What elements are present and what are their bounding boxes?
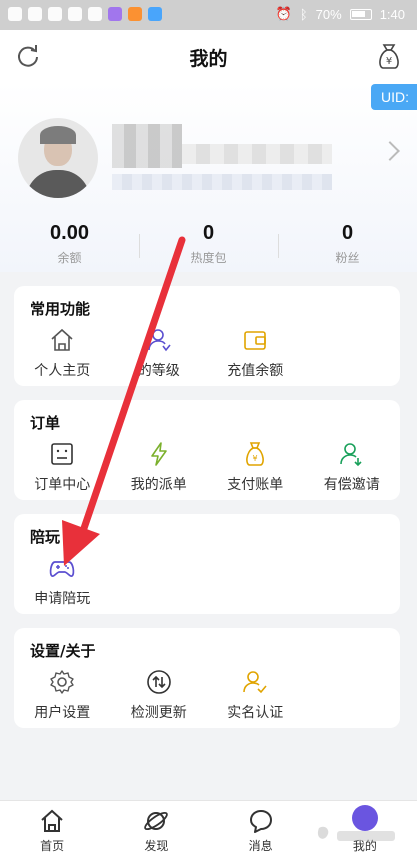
gamepad-icon bbox=[49, 561, 75, 577]
home-tab-icon bbox=[41, 809, 63, 832]
apply-companion-button[interactable]: 申请陪玩 bbox=[14, 554, 111, 608]
card-companion: 陪玩 申请陪玩 bbox=[14, 514, 400, 614]
header: 我的 ¥ bbox=[0, 30, 417, 82]
chat-notification-icon bbox=[88, 7, 102, 21]
user-level-icon bbox=[147, 329, 171, 352]
stat-fans[interactable]: 0 粉丝 bbox=[278, 222, 417, 272]
profile-card[interactable]: UID: 0.00 余额 0 热度包 0 粉丝 bbox=[0, 82, 417, 272]
battery-percent: 70% bbox=[315, 6, 342, 22]
order-center-button[interactable]: 订单中心 bbox=[14, 440, 111, 494]
app-notification-icon bbox=[108, 7, 122, 21]
chat-icon bbox=[249, 810, 272, 833]
grid-label: 的等级 bbox=[137, 363, 180, 379]
personal-homepage-button[interactable]: 个人主页 bbox=[14, 326, 111, 380]
browser-notification-icon bbox=[148, 7, 162, 21]
section-title: 常用功能 bbox=[30, 300, 91, 318]
stats-row: 0.00 余额 0 热度包 0 粉丝 bbox=[0, 222, 417, 272]
home-icon bbox=[51, 328, 73, 351]
grid-label: 申请陪玩 bbox=[34, 591, 91, 607]
tab-messages[interactable]: 消息 bbox=[209, 801, 313, 860]
real-name-verification-button[interactable]: 实名认证 bbox=[207, 668, 304, 722]
status-icons-left bbox=[8, 7, 162, 21]
sim-icon bbox=[8, 7, 22, 21]
avatar[interactable] bbox=[18, 118, 98, 198]
wifi-icon bbox=[48, 7, 62, 21]
stat-value: 0.00 bbox=[50, 222, 89, 244]
signal-icon bbox=[28, 7, 42, 21]
grid-label: 检测更新 bbox=[130, 705, 187, 721]
video-notification-icon bbox=[128, 7, 142, 21]
section-title: 订单 bbox=[30, 414, 61, 432]
alarm-icon: ⏰ bbox=[275, 6, 292, 21]
wallet-yuan-icon[interactable]: ¥ bbox=[373, 40, 405, 72]
grid-label: 实名认证 bbox=[227, 705, 284, 721]
grid-label: 订单中心 bbox=[34, 477, 91, 493]
order-list-icon bbox=[51, 443, 74, 465]
money-bag-icon: ¥ bbox=[246, 442, 265, 466]
card-settings-about: 设置/关于 用户设置 检测更新 实名认证 bbox=[14, 628, 400, 728]
tab-discover[interactable]: 发现 bbox=[104, 801, 208, 860]
paid-invite-button[interactable]: 有偿邀请 bbox=[304, 440, 401, 494]
stat-balance[interactable]: 0.00 余额 bbox=[0, 222, 139, 272]
grid-label: 我的派单 bbox=[130, 477, 187, 493]
stat-label: 热度包 bbox=[190, 251, 227, 265]
tab-home[interactable]: 首页 bbox=[0, 801, 104, 860]
user-settings-button[interactable]: 用户设置 bbox=[14, 668, 111, 722]
section-title: 陪玩 bbox=[30, 528, 61, 546]
svg-text:¥: ¥ bbox=[386, 56, 392, 67]
tab-label: 发现 bbox=[144, 839, 169, 853]
gear-icon bbox=[50, 670, 74, 694]
grid-label: 支付账单 bbox=[227, 477, 284, 493]
stat-value: 0 bbox=[341, 222, 354, 244]
svg-text:¥: ¥ bbox=[253, 454, 258, 463]
grid-label: 有偿邀请 bbox=[323, 477, 380, 493]
section-title: 设置/关于 bbox=[30, 642, 96, 660]
chevron-right-icon[interactable] bbox=[380, 141, 400, 161]
stat-heat-pack[interactable]: 0 热度包 bbox=[139, 222, 278, 272]
shield-icon bbox=[68, 7, 82, 21]
my-level-button[interactable]: 的等级 bbox=[111, 326, 208, 380]
status-bar: ⏰ ᛒ 70% 1:40 bbox=[0, 0, 417, 30]
bluetooth-icon: ᛒ bbox=[299, 6, 308, 22]
grid-label: 充值余额 bbox=[227, 363, 284, 379]
watermark-logo bbox=[317, 826, 395, 841]
verified-user-icon bbox=[243, 671, 267, 694]
battery-icon bbox=[349, 8, 372, 20]
update-arrows-icon bbox=[146, 670, 171, 694]
page-title: 我的 bbox=[189, 48, 228, 70]
stat-label: 余额 bbox=[57, 251, 82, 265]
stat-value: 0 bbox=[202, 222, 215, 244]
status-icons-right: ⏰ ᛒ 70% 1:40 bbox=[276, 6, 405, 22]
username-blurred bbox=[112, 124, 182, 168]
my-dispatch-button[interactable]: 我的派单 bbox=[111, 440, 208, 494]
user-id-blurred bbox=[112, 174, 332, 190]
uid-badge: UID: bbox=[371, 84, 417, 110]
tab-label: 首页 bbox=[40, 839, 65, 853]
planet-icon bbox=[144, 811, 169, 831]
username-blurred-extension bbox=[182, 144, 332, 164]
wallet-icon bbox=[244, 331, 267, 350]
grid-label: 用户设置 bbox=[34, 705, 91, 721]
payment-bill-button[interactable]: ¥ 支付账单 bbox=[207, 440, 304, 494]
clock: 1:40 bbox=[379, 6, 405, 22]
stat-label: 粉丝 bbox=[335, 251, 360, 265]
lightning-icon bbox=[150, 442, 167, 466]
recharge-balance-button[interactable]: 充值余额 bbox=[207, 326, 304, 380]
card-common-functions: 常用功能 个人主页 的等级 充值余额 bbox=[14, 286, 400, 386]
check-update-button[interactable]: 检测更新 bbox=[111, 668, 208, 722]
grid-label: 个人主页 bbox=[34, 363, 91, 379]
invite-user-icon bbox=[339, 443, 362, 467]
card-orders: 订单 订单中心 我的派单 ¥ 支付账单 有偿邀请 bbox=[14, 400, 400, 500]
tab-label: 消息 bbox=[248, 839, 273, 853]
